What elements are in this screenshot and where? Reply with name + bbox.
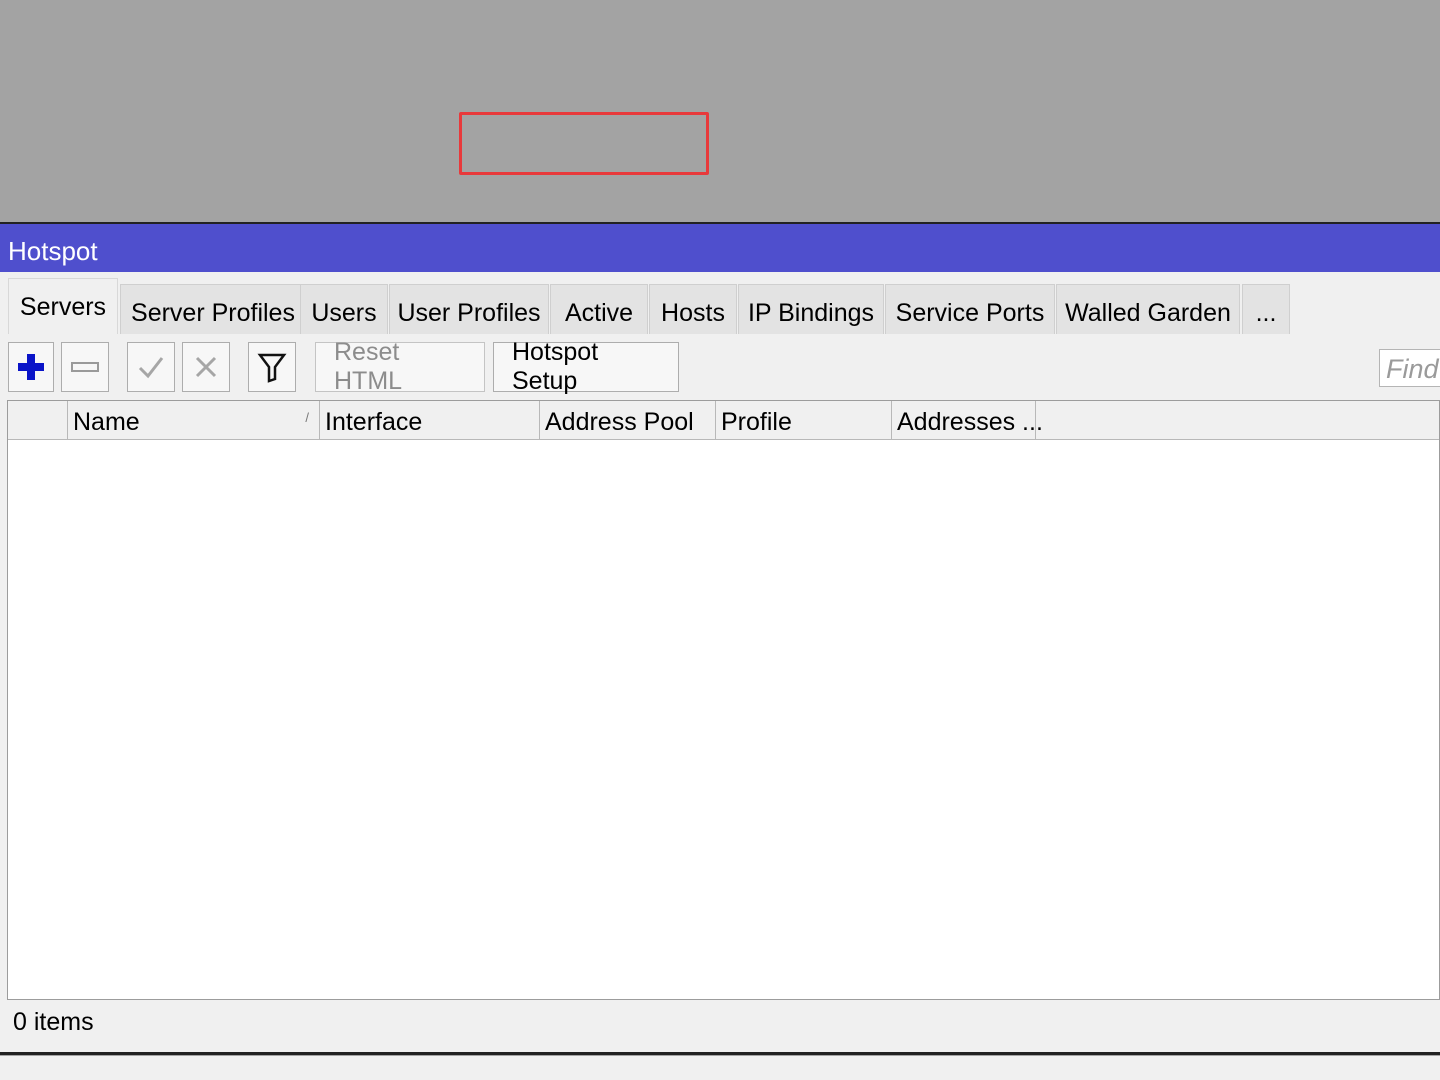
toolbar: Reset HTML Hotspot Setup Find — [0, 334, 1440, 400]
table-header: Name / Interface Address Pool Profile Ad… — [8, 401, 1439, 440]
tab-bar: Servers Server Profiles Users User Profi… — [8, 278, 1440, 334]
tab-more[interactable]: ... — [1242, 284, 1290, 334]
enable-button[interactable] — [127, 342, 175, 392]
header-profile[interactable]: Profile — [716, 401, 892, 439]
remove-button[interactable] — [61, 342, 109, 392]
servers-table: Name / Interface Address Pool Profile Ad… — [7, 400, 1440, 1000]
window-title: Hotspot — [0, 224, 1440, 272]
tab-walled-garden[interactable]: Walled Garden — [1056, 284, 1240, 334]
reset-html-button[interactable]: Reset HTML — [315, 338, 485, 395]
filter-button[interactable] — [248, 342, 296, 392]
header-address-pool[interactable]: Address Pool — [540, 401, 716, 439]
window-bottom-border — [0, 1052, 1440, 1055]
find-input[interactable]: Find — [1379, 349, 1440, 387]
tab-user-profiles[interactable]: User Profiles — [389, 284, 549, 334]
tab-active[interactable]: Active — [550, 284, 648, 334]
tab-ip-bindings[interactable]: IP Bindings — [738, 284, 884, 334]
header-name-label: Name — [73, 408, 140, 436]
header-addresses[interactable]: Addresses ... — [892, 401, 1043, 439]
tab-server-profiles[interactable]: Server Profiles — [120, 284, 306, 334]
plus-icon — [18, 354, 44, 380]
filter-icon — [257, 353, 287, 383]
x-icon — [195, 356, 217, 378]
status-bar: 0 items — [13, 1008, 94, 1036]
disable-button[interactable] — [182, 342, 230, 392]
tab-hosts[interactable]: Hosts — [649, 284, 737, 334]
header-name[interactable]: Name / — [68, 401, 320, 439]
tab-servers[interactable]: Servers — [8, 278, 118, 334]
hotspot-setup-button[interactable]: Hotspot Setup — [493, 338, 679, 395]
header-interface[interactable]: Interface — [320, 401, 540, 439]
minus-icon — [71, 362, 99, 372]
desktop-strip — [0, 1056, 1440, 1080]
add-button[interactable] — [8, 342, 54, 392]
tab-users[interactable]: Users — [300, 284, 388, 334]
highlight-box — [459, 112, 709, 175]
sort-icon: / — [305, 410, 309, 425]
tab-service-ports[interactable]: Service Ports — [885, 284, 1055, 334]
hotspot-window: Hotspot Servers Server Profiles Users Us… — [0, 222, 1440, 1055]
header-flag-column[interactable] — [8, 401, 68, 439]
check-icon — [138, 357, 164, 379]
